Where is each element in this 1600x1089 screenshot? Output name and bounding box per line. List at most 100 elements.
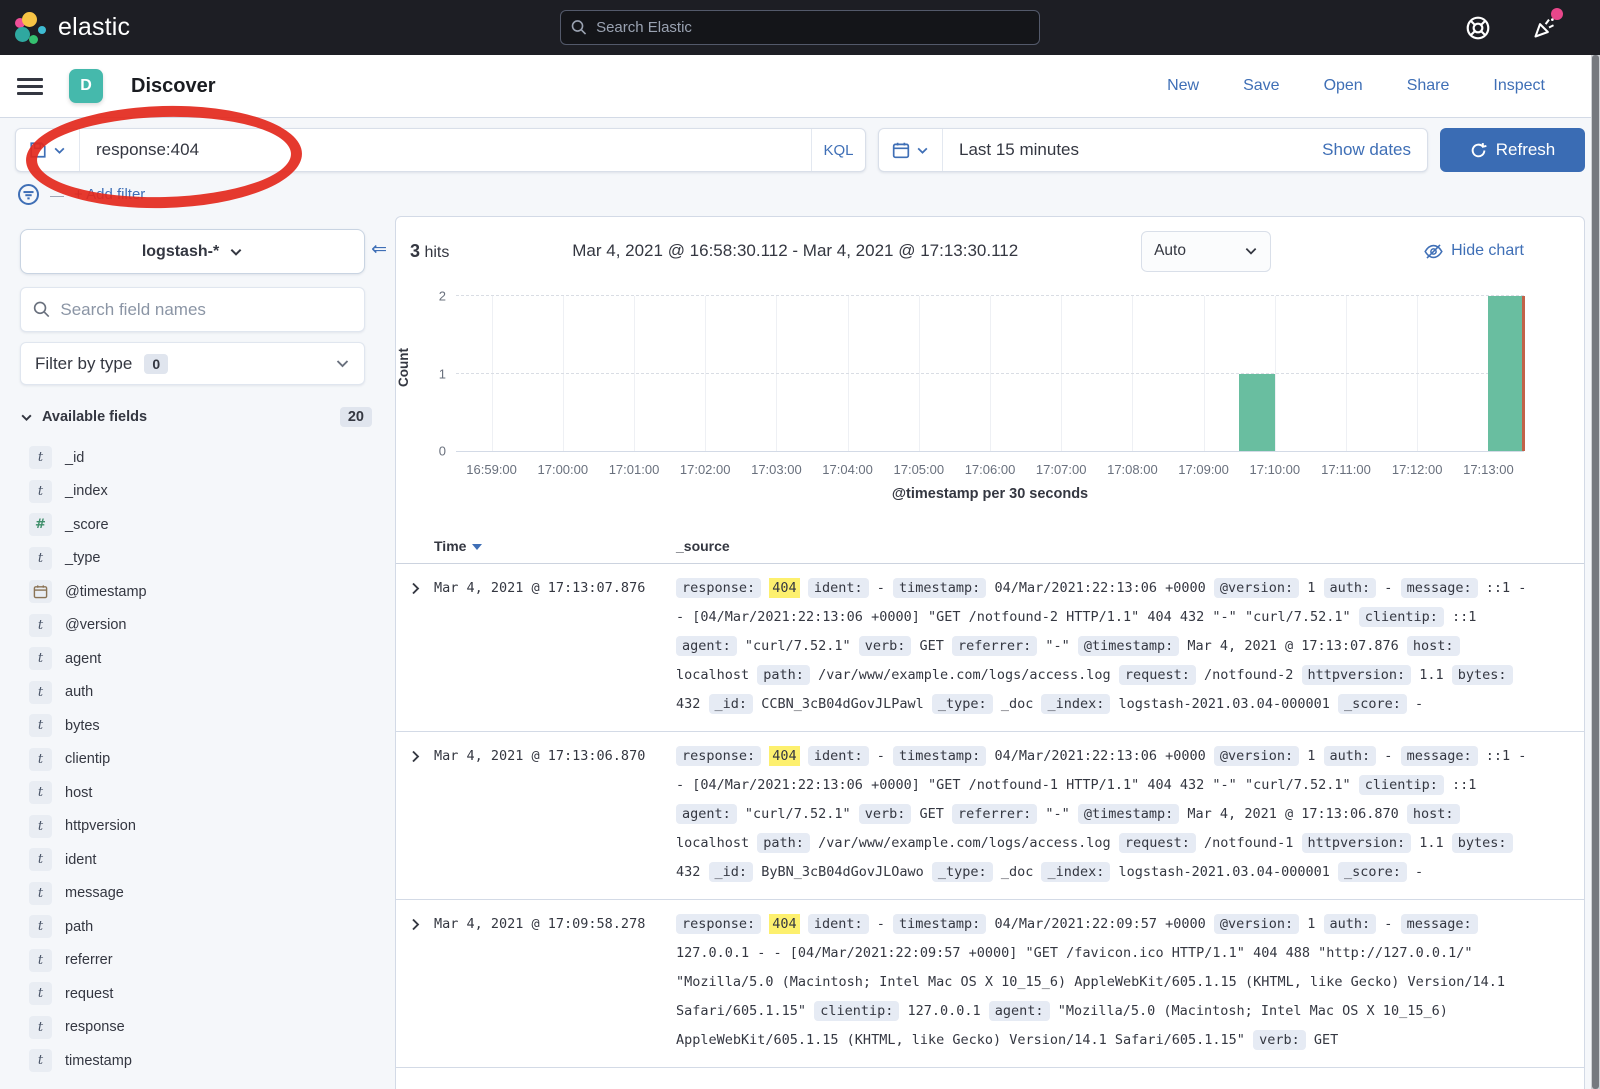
field-search-box[interactable] xyxy=(20,287,365,332)
show-dates-link[interactable]: Show dates xyxy=(1322,140,1427,160)
field-item-ident[interactable]: tident xyxy=(20,843,375,877)
grid-line xyxy=(456,373,1524,374)
field-item-httpversion[interactable]: thttpversion xyxy=(20,810,375,844)
grid-line xyxy=(492,296,493,451)
newsfeed-button[interactable] xyxy=(1531,14,1558,41)
notification-dot xyxy=(1551,8,1563,20)
field-item-timestamp[interactable]: t timestamp xyxy=(20,1044,375,1078)
grid-line xyxy=(776,296,777,451)
query-bar: KQL xyxy=(15,128,866,172)
field-name: timestamp xyxy=(65,1053,132,1069)
field-item-version[interactable]: t@version xyxy=(20,609,375,643)
index-pattern-selector[interactable]: logstash-* xyxy=(20,229,365,274)
table-row: Mar 4, 2021 @ 17:09:58.278response: 404 … xyxy=(396,900,1584,1068)
histogram-chart[interactable]: Count 16:59:0017:00:0017:01:0017:02:0017… xyxy=(416,274,1564,512)
elastic-brand: elastic xyxy=(0,11,130,45)
y-tick-label: 2 xyxy=(439,289,446,304)
date-quick-menu-button[interactable] xyxy=(879,129,943,171)
global-search-input[interactable] xyxy=(596,19,1029,36)
string-type-icon: t xyxy=(29,915,52,938)
filter-icon[interactable] xyxy=(17,183,40,206)
field-name: auth xyxy=(65,684,93,700)
field-item-message[interactable]: tmessage xyxy=(20,877,375,911)
grid-line xyxy=(1275,296,1276,451)
global-search-box[interactable] xyxy=(560,10,1040,45)
grid-line xyxy=(1132,296,1133,451)
string-type-icon: t xyxy=(29,748,52,771)
x-tick-label: 17:12:00 xyxy=(1392,462,1443,477)
y-tick-label: 0 xyxy=(439,444,446,459)
top-nav: New Save Open Share Inspect xyxy=(1167,77,1545,95)
histogram-bar[interactable] xyxy=(1239,374,1275,452)
field-item-timestamp[interactable]: @timestamp xyxy=(20,575,375,609)
interval-select[interactable]: Auto xyxy=(1141,231,1271,272)
field-item-agent[interactable]: tagent xyxy=(20,642,375,676)
fields-sidebar: logstash-* ⇐ Filter by type 0 Available … xyxy=(0,216,395,1078)
help-icon[interactable] xyxy=(1465,15,1491,41)
hide-chart-link[interactable]: Hide chart xyxy=(1424,242,1524,261)
available-fields-header[interactable]: Available fields 20 xyxy=(20,407,375,427)
discover-app-badge: D xyxy=(69,69,103,103)
field-item-type[interactable]: t_type xyxy=(20,542,375,576)
field-item-host[interactable]: thost xyxy=(20,776,375,810)
app-header: D Discover NewSaveOpenShareInspect xyxy=(0,55,1600,118)
grid-line xyxy=(705,296,706,451)
refresh-button[interactable]: Refresh xyxy=(1440,128,1585,172)
menu-icon[interactable] xyxy=(17,74,43,99)
grid-line xyxy=(848,296,849,451)
x-tick-label: 17:00:00 xyxy=(537,462,588,477)
nav-open-link[interactable]: Open xyxy=(1324,77,1363,95)
field-item-path[interactable]: tpath xyxy=(20,910,375,944)
date-type-icon xyxy=(29,580,52,603)
nav-new-link[interactable]: New xyxy=(1167,77,1199,95)
expand-row-icon[interactable] xyxy=(396,742,434,887)
histogram-bar[interactable] xyxy=(1488,296,1524,451)
x-tick-label: 17:05:00 xyxy=(893,462,944,477)
field-item-request[interactable]: trequest xyxy=(20,977,375,1011)
string-type-icon: t xyxy=(29,1049,52,1072)
query-input[interactable] xyxy=(80,129,811,171)
date-picker: Last 15 minutes Show dates xyxy=(878,128,1428,172)
field-item-auth[interactable]: tauth xyxy=(20,676,375,710)
collapse-sidebar-icon[interactable]: ⇐ xyxy=(371,238,387,261)
string-type-icon: t xyxy=(29,781,52,804)
expand-row-icon[interactable] xyxy=(396,910,434,1055)
field-item-response[interactable]: tresponse xyxy=(20,1011,375,1045)
x-tick-label: 17:04:00 xyxy=(822,462,873,477)
control-bar: KQL Last 15 minutes Show dates Refresh —… xyxy=(0,118,1600,211)
saved-query-menu-button[interactable] xyxy=(16,129,80,171)
kql-toggle-button[interactable]: KQL xyxy=(811,129,865,171)
search-icon xyxy=(33,300,50,319)
grid-line xyxy=(1061,296,1062,451)
sort-desc-icon xyxy=(472,544,482,550)
search-icon xyxy=(571,19,587,36)
nav-share-link[interactable]: Share xyxy=(1407,77,1450,95)
field-item-bytes[interactable]: tbytes xyxy=(20,709,375,743)
field-item-clientip[interactable]: tclientip xyxy=(20,743,375,777)
grid-line xyxy=(1346,296,1347,451)
time-range-value[interactable]: Last 15 minutes xyxy=(943,140,1322,160)
nav-inspect-link[interactable]: Inspect xyxy=(1493,77,1545,95)
grid-line xyxy=(563,296,564,451)
x-tick-label: 16:59:00 xyxy=(466,462,517,477)
page-scrollbar[interactable] xyxy=(1591,55,1600,1089)
expand-row-icon[interactable] xyxy=(396,574,434,719)
field-item-referrer[interactable]: treferrer xyxy=(20,944,375,978)
y-tick-label: 1 xyxy=(439,366,446,381)
doc-source: response: 404 ident: - timestamp: 04/Mar… xyxy=(676,742,1584,887)
x-tick-label: 17:09:00 xyxy=(1178,462,1229,477)
doc-source: response: 404 ident: - timestamp: 04/Mar… xyxy=(676,574,1584,719)
chevron-down-icon xyxy=(229,245,243,259)
filter-by-type-dropdown[interactable]: Filter by type 0 xyxy=(20,342,365,385)
x-tick-label: 17:03:00 xyxy=(751,462,802,477)
field-search-input[interactable] xyxy=(60,300,352,320)
time-column-header[interactable]: Time xyxy=(434,538,676,554)
field-item-score[interactable]: #_score xyxy=(20,508,375,542)
string-type-icon: t xyxy=(29,446,52,469)
nav-save-link[interactable]: Save xyxy=(1243,77,1279,95)
field-name: @version xyxy=(65,617,126,633)
scrollbar-thumb[interactable] xyxy=(1592,55,1599,1089)
field-item-index[interactable]: t_index xyxy=(20,475,375,509)
add-filter-link[interactable]: + Add filter xyxy=(74,186,145,203)
field-item-id[interactable]: t_id xyxy=(20,441,375,475)
